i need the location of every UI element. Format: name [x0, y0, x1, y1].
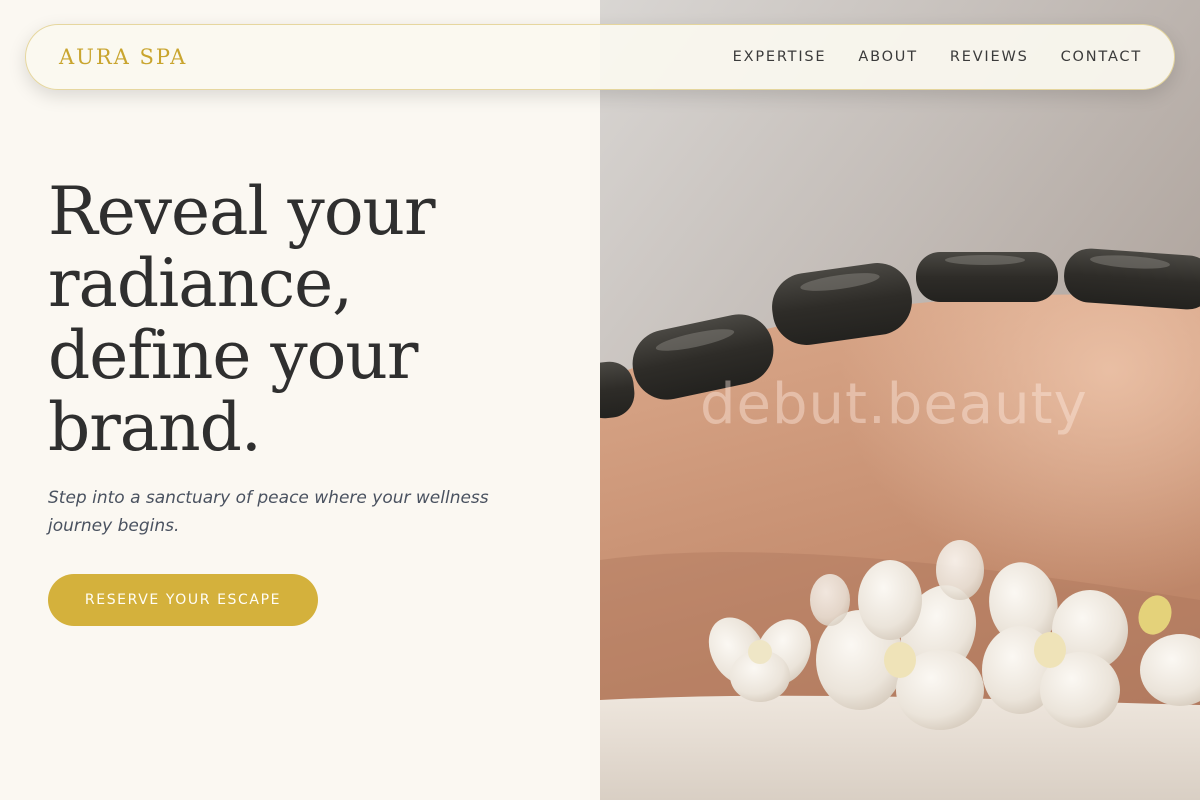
headline-line-3: define your: [48, 317, 418, 394]
headline-line-2: radiance,: [48, 245, 353, 322]
headline-line-1: Reveal your: [48, 173, 436, 250]
hero-subtitle: Step into a sanctuary of peace where you…: [48, 488, 489, 536]
watermark-text: debut.beauty: [700, 372, 1088, 437]
reserve-escape-button[interactable]: RESERVE YOUR ESCAPE: [48, 574, 318, 626]
hero-image: debut.beauty: [600, 0, 1200, 800]
nav-links: EXPERTISE ABOUT REVIEWS CONTACT: [733, 49, 1142, 65]
hero-text-section: Reveal your radiance, define your brand.…: [48, 176, 568, 540]
nav-link-expertise[interactable]: EXPERTISE: [733, 49, 827, 65]
page: debut.beauty AURA SPA EXPERTISE ABOUT RE…: [0, 0, 1200, 800]
brand-logo[interactable]: AURA SPA: [59, 45, 187, 69]
nav-link-about[interactable]: ABOUT: [858, 49, 918, 65]
nav-link-reviews[interactable]: REVIEWS: [950, 49, 1029, 65]
nav-link-contact[interactable]: CONTACT: [1061, 49, 1142, 65]
hero-headline: Reveal your radiance, define your brand.: [48, 176, 568, 464]
headline-line-4: brand.: [48, 389, 262, 466]
top-navbar: AURA SPA EXPERTISE ABOUT REVIEWS CONTACT: [25, 24, 1175, 90]
